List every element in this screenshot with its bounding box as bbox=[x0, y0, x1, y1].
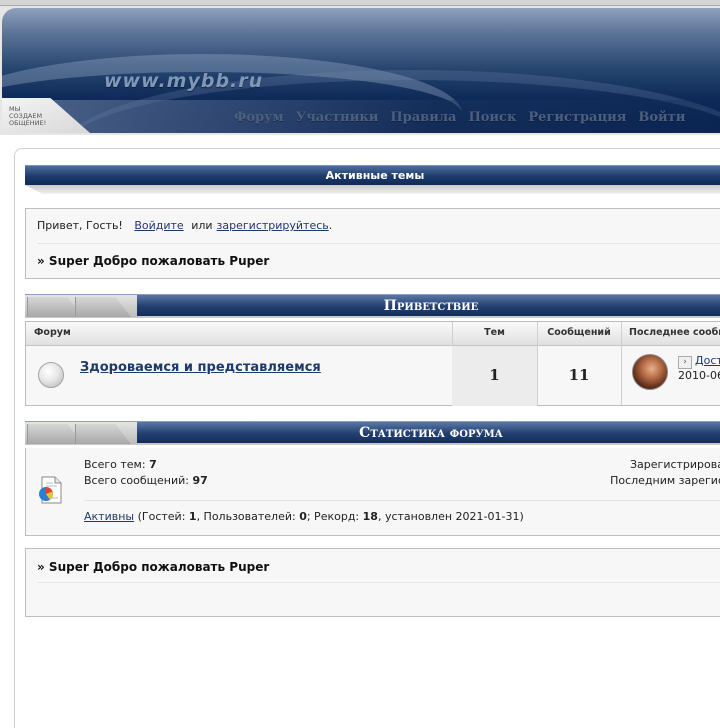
stat-label: , установлен 2021-01-31) bbox=[377, 510, 524, 523]
header: www.mybb.ru мы создаем общение! Форум Уч… bbox=[0, 0, 720, 135]
category-tab[interactable] bbox=[75, 424, 131, 444]
stat-value: 18 bbox=[362, 510, 378, 523]
nav-rules[interactable]: Правила bbox=[390, 110, 456, 125]
category-tab[interactable] bbox=[27, 297, 83, 317]
column-forum: Форум bbox=[34, 327, 71, 338]
announcement: » Super Добро пожаловать Puper bbox=[37, 560, 270, 574]
nav-forum[interactable]: Форум bbox=[234, 110, 284, 125]
category-header-stats: Статистика форума bbox=[25, 421, 720, 445]
active-topics-bar: Активные темы bbox=[25, 165, 720, 195]
forum-table: Форум Тем Сообщений Последнее сообщ Здор… bbox=[25, 321, 720, 406]
nav-search[interactable]: Поиск bbox=[468, 110, 516, 125]
main-nav: Форум Участники Правила Поиск Регистраци… bbox=[234, 110, 697, 125]
last-post-link[interactable]: Дост bbox=[695, 354, 720, 367]
category-tabs bbox=[25, 295, 137, 317]
forum-post-count: 11 bbox=[568, 366, 590, 384]
welcome-box: Привет, Гость! Войдите или зарегистрируйт… bbox=[25, 208, 720, 279]
stat-label: , Пользователей: bbox=[196, 510, 296, 523]
active-users-link[interactable]: Активны bbox=[84, 510, 134, 523]
stat-value: 97 bbox=[192, 474, 208, 487]
forum-topic-count: 1 bbox=[452, 346, 537, 406]
stat-last-registered: Последним зарегис bbox=[610, 474, 720, 487]
guest-greeting: Привет, Гость! bbox=[37, 219, 123, 232]
guest-greeting-line: Привет, Гость! Войдите или зарегистрируйт… bbox=[37, 219, 336, 232]
nav-login[interactable]: Войти bbox=[638, 110, 685, 125]
category-header-welcome: Приветствие bbox=[25, 294, 720, 318]
stats-box: Всего тем: 7 Всего сообщений: 97 Зарегис… bbox=[25, 448, 720, 536]
forum-link[interactable]: Здороваемся и представляемся bbox=[80, 360, 321, 375]
stat-value: 0 bbox=[299, 510, 307, 523]
category-tabs bbox=[25, 422, 137, 444]
nav-register[interactable]: Регистрация bbox=[528, 110, 626, 125]
nav-members[interactable]: Участники bbox=[296, 110, 379, 125]
column-last-post: Последнее сообщ bbox=[629, 327, 720, 338]
stat-value: 1 bbox=[188, 510, 197, 523]
divider bbox=[37, 243, 720, 244]
stats-chart-icon bbox=[39, 476, 62, 504]
header-top-line bbox=[0, 0, 720, 6]
stat-value: 7 bbox=[149, 458, 157, 471]
active-topics-title[interactable]: Активные темы bbox=[25, 165, 720, 185]
category-tab[interactable] bbox=[27, 424, 83, 444]
login-link[interactable]: Войдите bbox=[134, 219, 183, 232]
divider bbox=[84, 500, 720, 501]
chevron-right-icon[interactable]: › bbox=[678, 356, 692, 369]
stat-label: Всего сообщений: bbox=[84, 474, 189, 487]
stat-label: (Гостей: bbox=[137, 510, 186, 523]
divider bbox=[37, 582, 720, 583]
last-post-date: 2010-06 bbox=[678, 369, 720, 382]
stat-label: ; Рекорд: bbox=[306, 510, 360, 523]
table-row: Здороваемся и представляемся 1 11 › Дост … bbox=[26, 346, 720, 406]
or-text: или bbox=[191, 219, 213, 232]
bottom-announcement-box: » Super Добро пожаловать Puper bbox=[25, 548, 720, 617]
forum-status-icon bbox=[38, 362, 64, 388]
stat-total-posts: Всего сообщений: 97 bbox=[84, 474, 208, 487]
avatar[interactable] bbox=[632, 354, 668, 390]
column-posts: Сообщений bbox=[547, 327, 611, 338]
category-title[interactable]: Статистика форума bbox=[137, 422, 720, 444]
announcement: » Super Добро пожаловать Puper bbox=[37, 254, 270, 268]
category-title[interactable]: Приветствие bbox=[137, 295, 720, 317]
register-link[interactable]: зарегистрируйтесь bbox=[217, 219, 329, 232]
stat-total-topics: Всего тем: 7 bbox=[84, 458, 157, 471]
stat-registered: Зарегистрирова bbox=[630, 458, 720, 471]
last-post: › Дост bbox=[678, 354, 720, 369]
period: . bbox=[328, 219, 333, 232]
column-topics: Тем bbox=[484, 327, 505, 338]
category-tab[interactable] bbox=[75, 297, 131, 317]
site-logo[interactable]: www.mybb.ru bbox=[104, 70, 263, 92]
table-header: Форум Тем Сообщений Последнее сообщ bbox=[26, 322, 720, 346]
online-stats: Активны (Гостей: 1, Пользователей: 0; Ре… bbox=[84, 510, 524, 523]
stat-label: Всего тем: bbox=[84, 458, 146, 471]
bar-shadow bbox=[25, 185, 720, 194]
